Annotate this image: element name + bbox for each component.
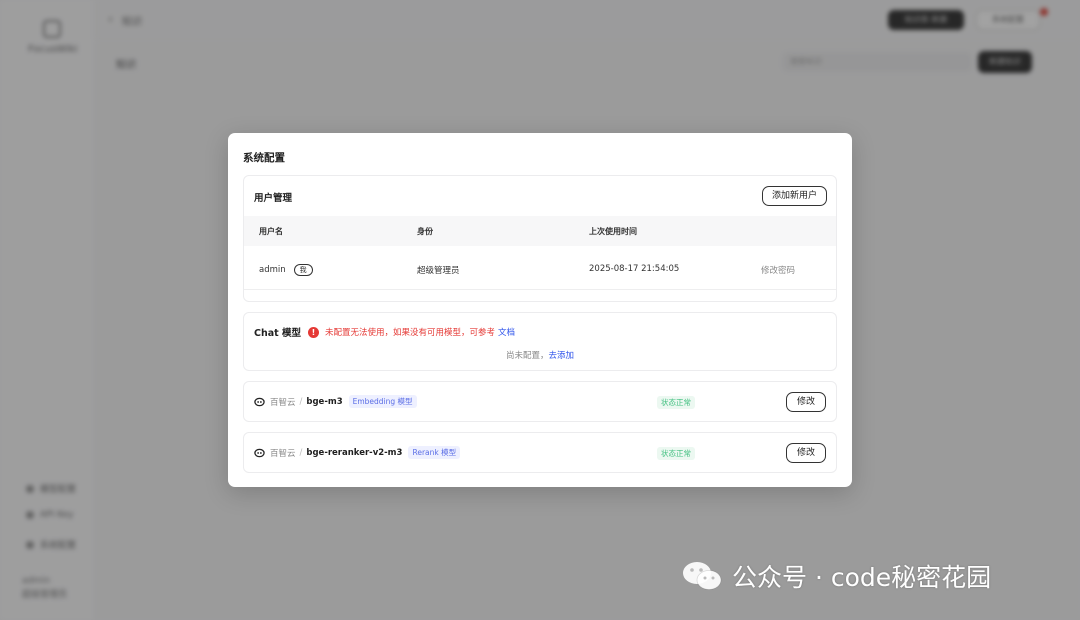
add-chat-model-link[interactable]: 去添加	[549, 351, 575, 361]
chat-model-row: Chat 模型 ! 未配置无法使用，如果没有可用模型，可参考 文档	[254, 325, 515, 339]
warning-icon: !	[308, 326, 319, 338]
chat-model-card: Chat 模型 ! 未配置无法使用，如果没有可用模型，可参考 文档 尚未配置，去…	[243, 312, 837, 371]
username-cell: admin 我	[259, 264, 313, 276]
provider-name: 百智云	[270, 397, 296, 408]
embedding-model-card: 百智云 / bge-m3 Embedding 模型 状态正常 修改	[243, 381, 837, 422]
watermark: 公众号 · code秘密花园	[680, 558, 991, 594]
user-management-title: 用户管理	[254, 193, 293, 204]
column-role: 身份	[417, 227, 433, 236]
watermark-text: 公众号 · code秘密花园	[732, 563, 992, 592]
column-username: 用户名	[259, 227, 283, 236]
chat-empty-state: 尚未配置，去添加	[505, 351, 575, 361]
status-badge: 状态正常	[657, 396, 695, 409]
model-type-tag: Rerank 模型	[408, 446, 461, 459]
column-last-used: 上次使用时间	[589, 227, 637, 236]
edit-rerank-model-button[interactable]: 修改	[786, 443, 826, 463]
edit-embedding-model-button[interactable]: 修改	[786, 392, 826, 412]
model-name: bge-reranker-v2-m3	[306, 447, 403, 458]
model-type-tag: Embedding 模型	[348, 395, 417, 408]
model-name: bge-m3	[306, 396, 343, 407]
status-badge: 状态正常	[657, 447, 695, 460]
user-management-card: 用户管理 添加新用户 用户名 身份 上次使用时间 admin 我 超级管理员 20…	[243, 175, 837, 302]
table-row: admin 我 超级管理员 2025-08-17 21:54:05 修改密码	[244, 248, 836, 290]
table-header: 用户名 身份 上次使用时间	[244, 216, 836, 246]
chat-model-label: Chat 模型	[254, 328, 301, 339]
system-config-modal: 系统配置 用户管理 添加新用户 用户名 身份 上次使用时间 admin 我 超级管…	[228, 133, 852, 487]
last-used-cell: 2025-08-17 21:54:05	[589, 264, 680, 274]
doc-link[interactable]: 文档	[498, 326, 515, 338]
modal-title: 系统配置	[243, 152, 285, 164]
wechat-icon	[683, 562, 722, 590]
me-badge: 我	[293, 264, 313, 276]
rerank-model-card: 百智云 / bge-reranker-v2-m3 Rerank 模型 状态正常 …	[243, 432, 837, 473]
provider-logo-icon	[254, 397, 265, 406]
role-cell: 超级管理员	[417, 266, 460, 276]
provider-name: 百智云	[270, 448, 296, 459]
warning-text: 未配置无法使用，如果没有可用模型，可参考	[325, 328, 496, 338]
change-password-link[interactable]: 修改密码	[761, 264, 795, 276]
add-user-button[interactable]: 添加新用户	[762, 186, 827, 206]
provider-logo-icon	[254, 448, 265, 457]
